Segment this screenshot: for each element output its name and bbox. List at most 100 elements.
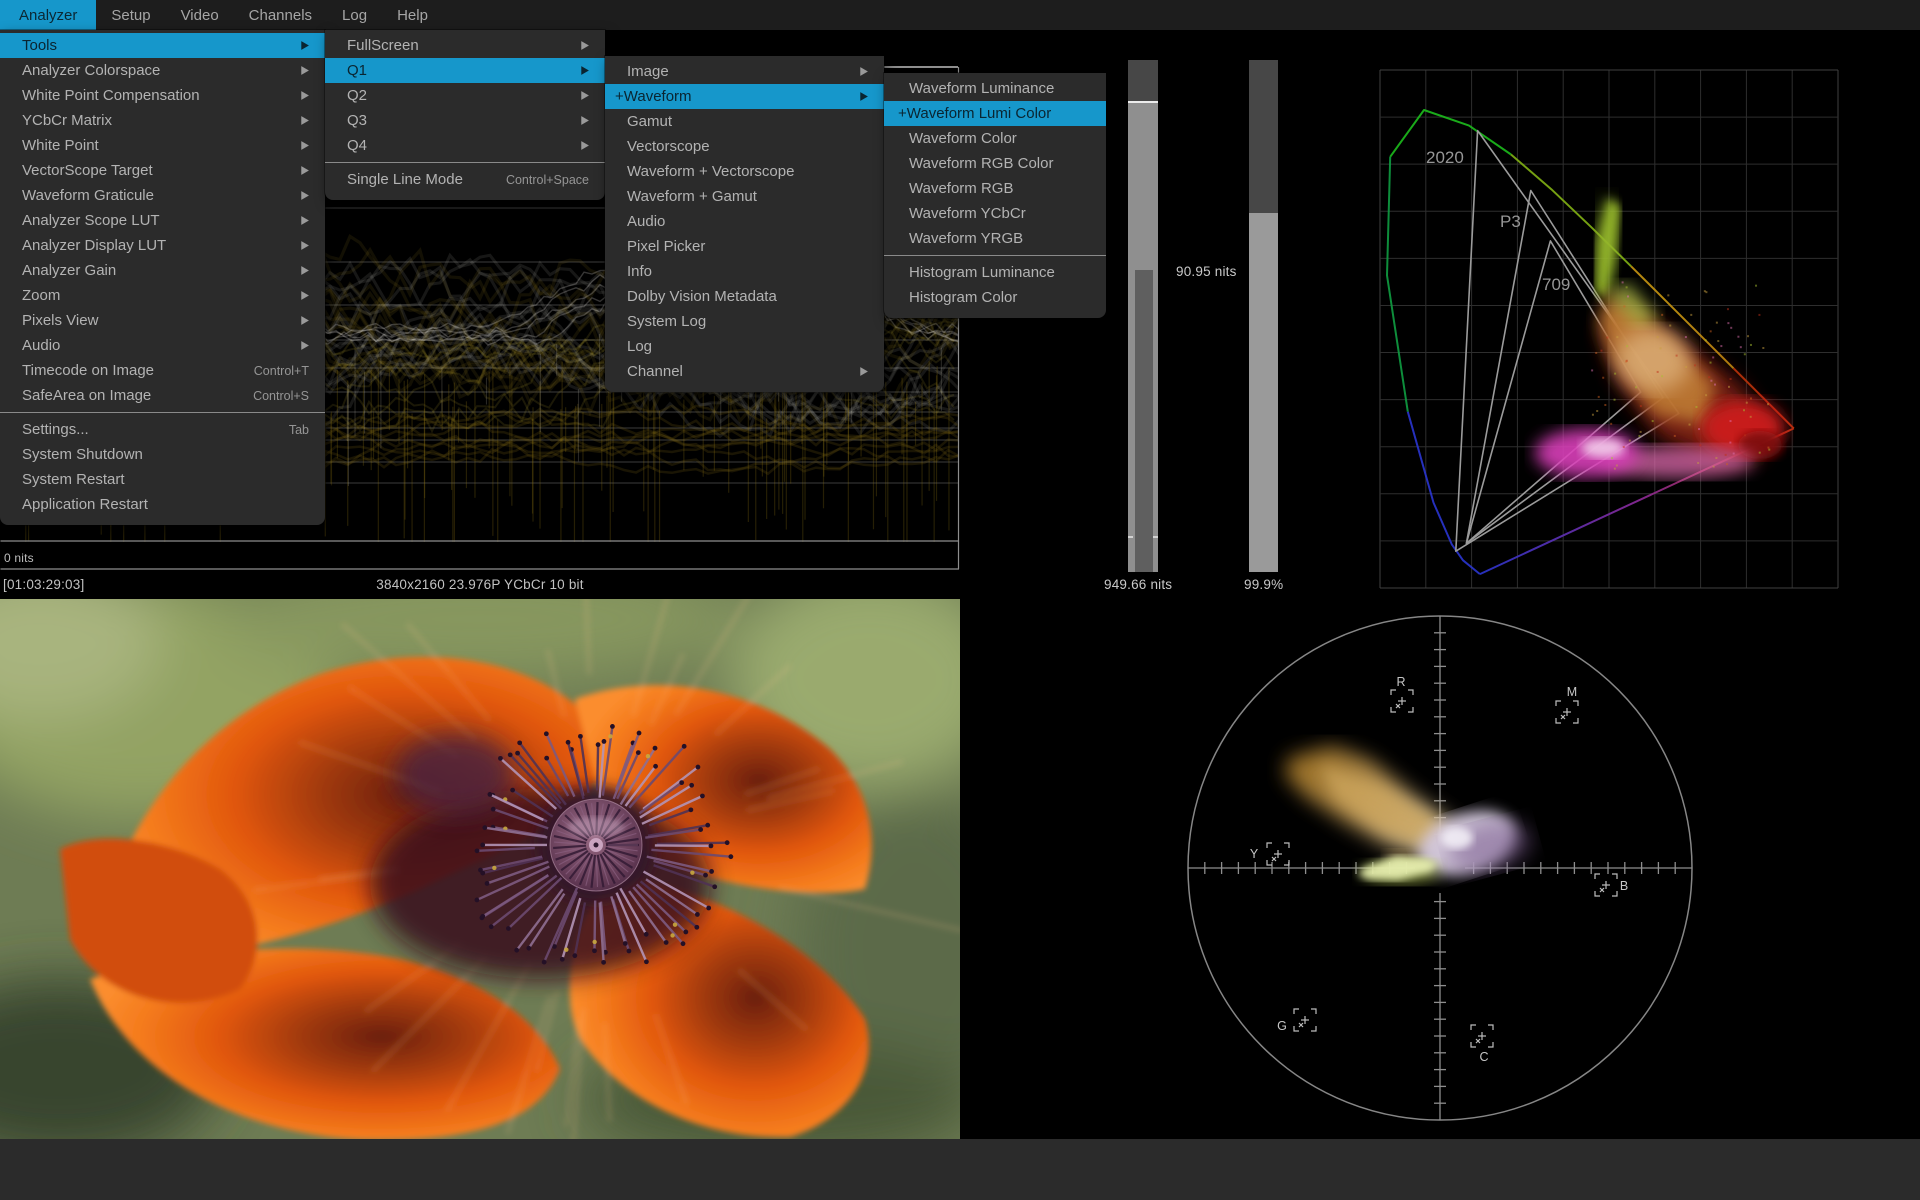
menu-item-channel[interactable]: Channel▶ <box>605 359 884 384</box>
menu-item-label: Application Restart <box>22 496 148 513</box>
menu-item-shortcut: Tab <box>289 423 309 437</box>
q1-submenu: Image▶+Waveform▶GamutVectorscopeWaveform… <box>605 56 884 392</box>
menubar-item-video[interactable]: Video <box>166 0 234 30</box>
menu-item-waveform-rgb-color[interactable]: Waveform RGB Color <box>884 151 1106 176</box>
menu-item-label: System Log <box>627 313 706 330</box>
menu-item-application-restart[interactable]: Application Restart <box>0 492 325 517</box>
menu-item-waveform-vectorscope[interactable]: Waveform + Vectorscope <box>605 159 884 184</box>
menu-item-vectorscope[interactable]: Vectorscope <box>605 134 884 159</box>
menubar-item-setup[interactable]: Setup <box>96 0 165 30</box>
menu-item-analyzer-scope-lut[interactable]: Analyzer Scope LUT▶ <box>0 208 325 233</box>
submenu-arrow-icon: ▶ <box>301 264 309 277</box>
menu-item-label: White Point Compensation <box>22 87 200 104</box>
picture-panel[interactable] <box>0 599 960 1140</box>
menu-item-q3[interactable]: Q3▶ <box>325 108 605 133</box>
percent-meter-headroom <box>1249 60 1278 213</box>
menu-item-label: Channel <box>627 363 683 380</box>
vectorscope-target-r <box>1391 690 1413 712</box>
menubar-item-log[interactable]: Log <box>327 0 382 30</box>
menu-item-safearea-on-image[interactable]: SafeArea on ImageControl+S <box>0 383 325 408</box>
menu-separator <box>884 255 1106 256</box>
menu-item-pixel-picker[interactable]: Pixel Picker <box>605 234 884 259</box>
vectorscope-target-y <box>1267 843 1289 865</box>
vectorscope-panel[interactable]: RMYBGC <box>960 600 1920 1200</box>
menu-item-waveform[interactable]: +Waveform▶ <box>605 84 884 109</box>
menu-item-waveform-luminance[interactable]: Waveform Luminance <box>884 76 1106 101</box>
menu-item-info[interactable]: Info <box>605 259 884 284</box>
menubar-item-help[interactable]: Help <box>382 0 443 30</box>
menu-item-waveform-ycbcr[interactable]: Waveform YCbCr <box>884 201 1106 226</box>
nits-meter-headroom <box>1128 60 1158 101</box>
menu-item-label: Analyzer Gain <box>22 262 116 279</box>
menu-item-audio[interactable]: Audio▶ <box>0 333 325 358</box>
menu-item-label: Waveform RGB Color <box>909 155 1053 172</box>
menu-item-fullscreen[interactable]: FullScreen▶ <box>325 33 605 58</box>
menu-item-audio[interactable]: Audio <box>605 209 884 234</box>
submenu-arrow-icon: ▶ <box>860 65 868 78</box>
menubar-item-channels[interactable]: Channels <box>234 0 327 30</box>
menu-item-vectorscope-target[interactable]: VectorScope Target▶ <box>0 158 325 183</box>
submenu-arrow-icon: ▶ <box>581 39 589 52</box>
menu-item-label: Pixels View <box>22 312 98 329</box>
menu-item-label: +Waveform <box>615 88 692 105</box>
submenu-arrow-icon: ▶ <box>301 339 309 352</box>
spectral-locus <box>1387 110 1794 574</box>
menu-item-dolby-vision-metadata[interactable]: Dolby Vision Metadata <box>605 284 884 309</box>
vectorscope-target-c <box>1471 1025 1493 1047</box>
vectorscope-target-b <box>1595 874 1617 896</box>
menu-item-waveform-color[interactable]: Waveform Color <box>884 126 1106 151</box>
submenu-arrow-icon: ▶ <box>581 114 589 127</box>
percent-label: 99.9% <box>1244 577 1283 592</box>
menu-item-q1[interactable]: Q1▶ <box>325 58 605 83</box>
menu-item-histogram-luminance[interactable]: Histogram Luminance <box>884 260 1106 285</box>
menu-item-q4[interactable]: Q4▶ <box>325 133 605 158</box>
menu-item-label: Image <box>627 63 669 80</box>
menu-item-white-point-compensation[interactable]: White Point Compensation ▶ <box>0 83 325 108</box>
vectorscope-target-letter-r: R <box>1396 675 1405 689</box>
menu-item-histogram-color[interactable]: Histogram Color <box>884 285 1106 310</box>
vectorscope-target-g <box>1294 1009 1316 1031</box>
menu-item-waveform-gamut[interactable]: Waveform + Gamut <box>605 184 884 209</box>
menu-item-settings[interactable]: Settings...Tab <box>0 417 325 442</box>
vectorscope-target-letter-m: M <box>1567 685 1577 699</box>
menu-item-label: Q4 <box>347 137 367 154</box>
submenu-arrow-icon: ▶ <box>301 89 309 102</box>
menu-item-timecode-on-image[interactable]: Timecode on ImageControl+T <box>0 358 325 383</box>
menu-item-label: YCbCr Matrix <box>22 112 112 129</box>
submenu-arrow-icon: ▶ <box>301 139 309 152</box>
menu-item-pixels-view[interactable]: Pixels View ▶ <box>0 308 325 333</box>
menubar-item-analyzer[interactable]: Analyzer <box>0 0 96 30</box>
menu-item-system-shutdown[interactable]: System Shutdown <box>0 442 325 467</box>
menu-item-analyzer-display-lut[interactable]: Analyzer Display LUT▶ <box>0 233 325 258</box>
menu-item-analyzer-gain[interactable]: Analyzer Gain ▶ <box>0 258 325 283</box>
menu-item-image[interactable]: Image ▶ <box>605 59 884 84</box>
menu-item-system-restart[interactable]: System Restart <box>0 467 325 492</box>
menu-item-system-log[interactable]: System Log <box>605 309 884 334</box>
gamut-label-2020: 2020 <box>1426 148 1464 167</box>
menu-item-analyzer-colorspace[interactable]: Analyzer Colorspace▶ <box>0 58 325 83</box>
menu-item-waveform-graticule[interactable]: Waveform Graticule▶ <box>0 183 325 208</box>
menu-item-single-line-mode[interactable]: Single Line ModeControl+Space <box>325 167 605 192</box>
menu-item-q2[interactable]: Q2▶ <box>325 83 605 108</box>
menu-item-log[interactable]: Log <box>605 334 884 359</box>
menu-item-label: White Point <box>22 137 99 154</box>
menu-item-waveform-rgb[interactable]: Waveform RGB <box>884 176 1106 201</box>
percent-meter-bar[interactable] <box>1249 60 1278 572</box>
menu-item-waveform-yrgb[interactable]: Waveform YRGB <box>884 226 1106 251</box>
submenu-arrow-icon: ▶ <box>301 39 309 52</box>
menu-item-tools[interactable]: Tools▶ <box>0 33 325 58</box>
vectorscope-target-letter-c: C <box>1479 1050 1488 1064</box>
submenu-arrow-icon: ▶ <box>301 314 309 327</box>
menu-item-white-point[interactable]: White Point ▶ <box>0 133 325 158</box>
vectorscope-target-letter-g: G <box>1277 1019 1287 1033</box>
menu-bar: AnalyzerSetupVideoChannelsLogHelp <box>0 0 1920 30</box>
poppy-image <box>0 599 960 1140</box>
petal-dark-blotch <box>395 734 515 814</box>
menu-item-waveform-lumi-color[interactable]: +Waveform Lumi Color <box>884 101 1106 126</box>
nits-meter-tick-right <box>1153 536 1158 538</box>
nits-meter-bar[interactable] <box>1128 60 1158 572</box>
menu-item-ycbcr-matrix[interactable]: YCbCr Matrix▶ <box>0 108 325 133</box>
menu-item-label: +Waveform Lumi Color <box>898 105 1051 122</box>
menu-item-zoom[interactable]: Zoom▶ <box>0 283 325 308</box>
menu-item-gamut[interactable]: Gamut <box>605 109 884 134</box>
